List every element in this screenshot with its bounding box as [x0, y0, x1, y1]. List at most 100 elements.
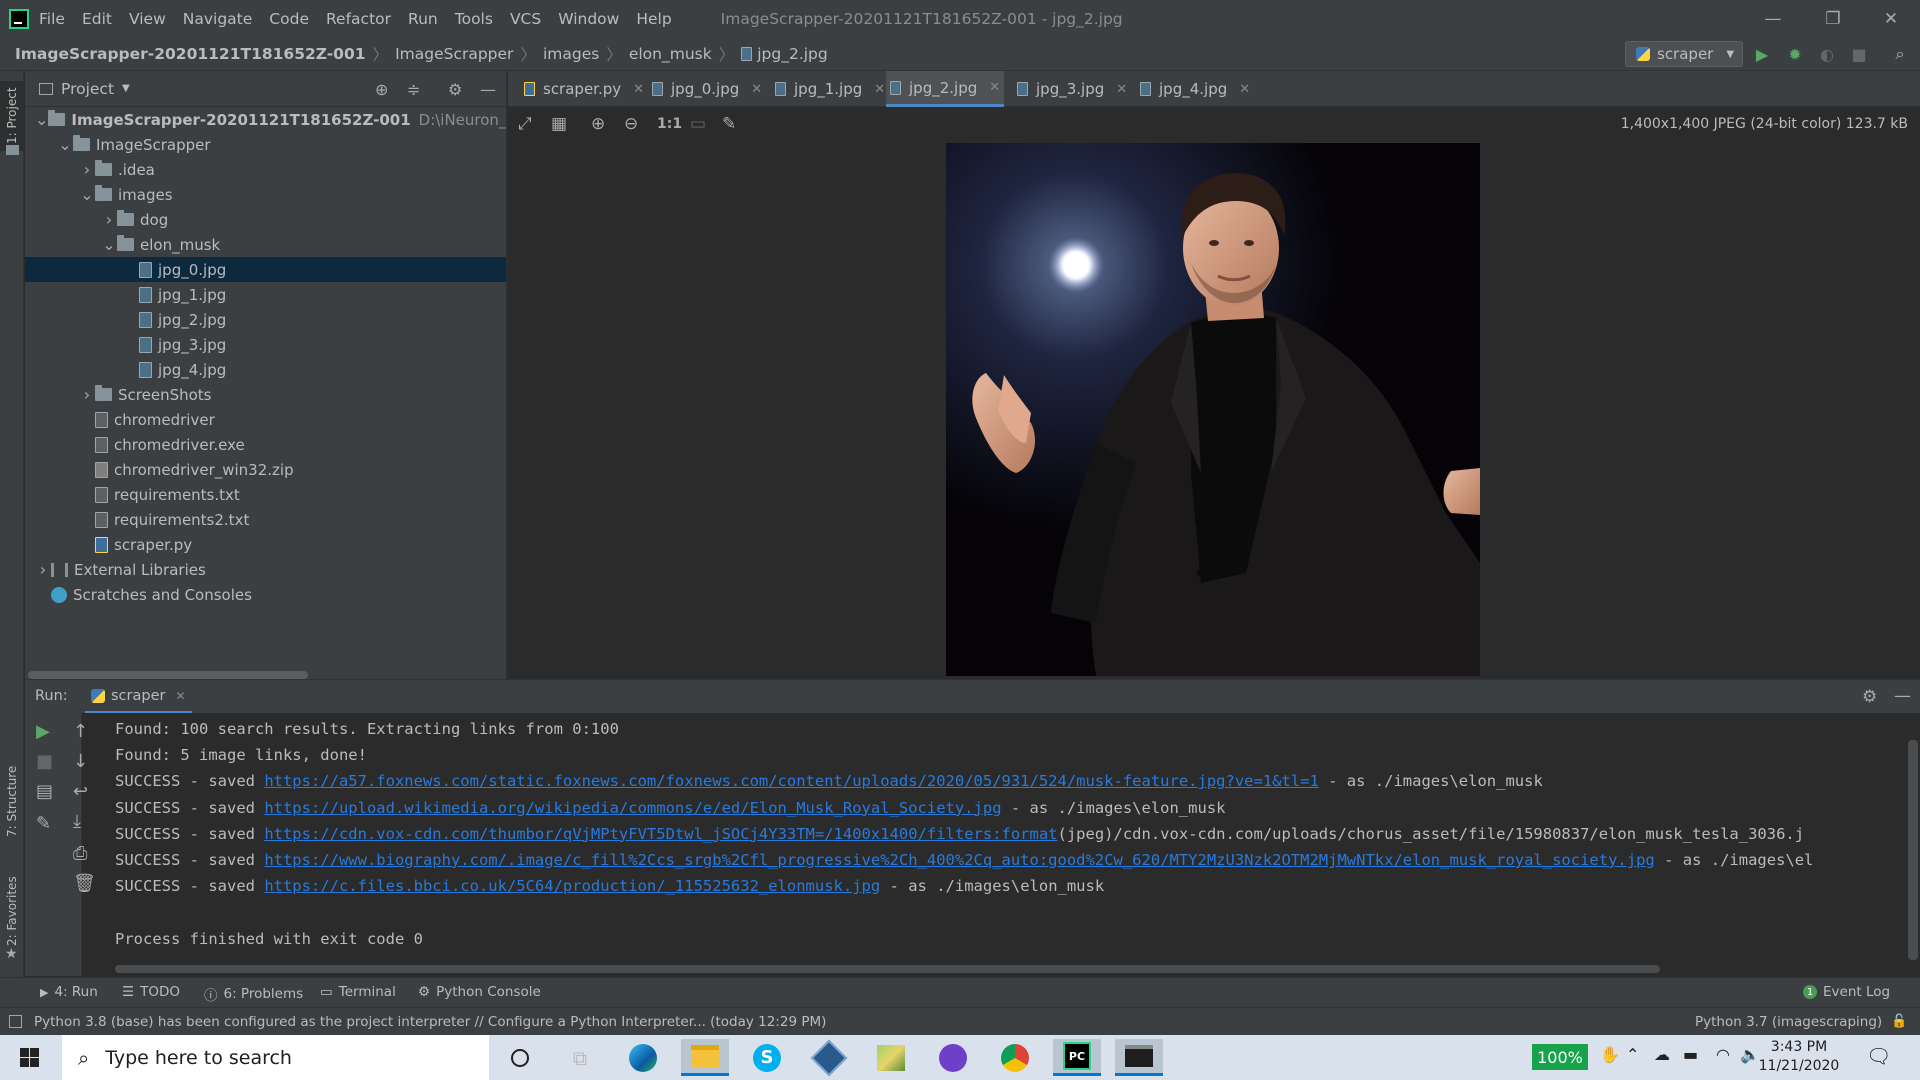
grid-icon[interactable]: ▦ [551, 114, 567, 134]
tab-todo[interactable]: ☰ TODO [122, 984, 180, 1000]
editor-tab[interactable]: jpg_0.jpg ✕ [648, 71, 766, 107]
chevron-right-icon[interactable]: › [35, 560, 51, 579]
project-view-selector[interactable]: Project [61, 80, 114, 98]
run-tab-scraper[interactable]: scraper ✕ [85, 680, 192, 714]
console-link[interactable]: https://cdn.vox-cdn.com/thumbor/qVjMPtyF… [264, 825, 1057, 843]
debug-icon[interactable]: ✹ [1786, 45, 1804, 64]
tree-item[interactable]: jpg_1.jpg [25, 282, 506, 307]
tab-event-log[interactable]: 1 Event Log [1803, 984, 1890, 1000]
console-link[interactable]: https://upload.wikimedia.org/wikipedia/c… [264, 799, 1001, 817]
close-button[interactable]: ✕ [1862, 0, 1920, 37]
rerun-icon[interactable]: ▶ [36, 721, 50, 742]
menu-refactor[interactable]: Refactor [326, 10, 391, 28]
cloud-icon[interactable]: ☁ [1654, 1045, 1670, 1064]
tree-item[interactable]: chromedriver.exe [25, 432, 506, 457]
edge-icon[interactable] [619, 1039, 667, 1076]
cortana-icon[interactable] [496, 1039, 544, 1076]
layout-icon[interactable]: ▤ [36, 781, 53, 802]
chevron-down-icon[interactable]: ⌄ [35, 110, 48, 129]
battery-indicator[interactable]: 100% [1532, 1044, 1588, 1070]
chevron-right-icon[interactable]: › [101, 210, 117, 229]
battery-icon[interactable]: ▬ [1683, 1045, 1698, 1064]
hide-panel-icon[interactable]: — [1894, 686, 1911, 706]
trash-icon[interactable]: 🗑 [73, 873, 96, 894]
close-icon[interactable]: ✕ [751, 82, 762, 97]
favorites-tool-tab[interactable]: 2: Favorites [0, 871, 24, 951]
gear-icon[interactable]: ⚙ [448, 80, 462, 99]
tree-item[interactable]: › dog [25, 207, 506, 232]
lock-icon[interactable]: 🔓 [1891, 1014, 1907, 1029]
structure-tool-tab[interactable]: 7: Structure [0, 756, 24, 846]
breadcrumb-elon-musk[interactable]: elon_musk [629, 45, 712, 63]
close-icon[interactable]: ✕ [633, 82, 644, 97]
tree-item[interactable]: › External Libraries [25, 557, 506, 582]
system-clock[interactable]: 3:43 PM 11/21/2020 [1755, 1038, 1843, 1076]
close-icon[interactable]: ✕ [989, 80, 1000, 95]
notification-icon[interactable]: 🗨 [1866, 1044, 1891, 1068]
stop-icon[interactable]: ■ [1850, 45, 1868, 64]
tree-item[interactable]: ⌄ ImageScrapper-20201121T181652Z-001 D:\iN… [25, 107, 506, 132]
soft-wrap-icon[interactable]: ↩ [73, 781, 88, 802]
minimize-button[interactable]: — [1744, 0, 1802, 37]
console-link[interactable]: https://a57.foxnews.com/static.foxnews.c… [264, 772, 1319, 790]
menu-vcs[interactable]: VCS [510, 10, 541, 28]
tab-terminal[interactable]: ▭ Terminal [320, 984, 396, 1000]
skype-icon[interactable]: S [743, 1039, 791, 1076]
print-icon[interactable]: ⎙ [73, 843, 87, 864]
taskbar-search[interactable]: ⌕ Type here to search [62, 1035, 489, 1080]
restore-button[interactable]: ❐ [1804, 0, 1862, 37]
tree-item[interactable]: chromedriver [25, 407, 506, 432]
tree-item[interactable]: ⌄ images [25, 182, 506, 207]
status-message[interactable]: Python 3.8 (base) has been configured as… [34, 1014, 826, 1030]
pin-icon[interactable]: ✎ [36, 813, 51, 834]
run-config-dropdown[interactable]: scraper ▼ [1625, 41, 1743, 67]
fit-zoom-icon[interactable]: ⤢ [518, 114, 532, 134]
breadcrumb-images[interactable]: images [543, 45, 599, 63]
run-icon[interactable]: ▶ [1753, 45, 1771, 64]
project-tool-tab[interactable]: 1: Project [0, 81, 24, 151]
console-vertical-scrollbar[interactable] [1908, 740, 1918, 960]
fit-window-icon[interactable]: ▭ [690, 114, 706, 134]
hide-panel-icon[interactable]: — [480, 80, 496, 99]
tree-item[interactable]: › ScreenShots [25, 382, 506, 407]
terminal-taskbar-icon[interactable] [1115, 1039, 1163, 1076]
search-icon[interactable]: ⌕ [1891, 44, 1909, 63]
virtualbox-icon[interactable] [805, 1039, 853, 1076]
console-horizontal-scrollbar[interactable] [115, 965, 1660, 973]
editor-tab[interactable]: scraper.py ✕ [520, 71, 648, 107]
tree-item[interactable]: jpg_0.jpg [25, 257, 506, 282]
horizontal-scrollbar[interactable] [28, 671, 308, 679]
locate-file-icon[interactable]: ⊕ [375, 80, 388, 99]
menu-file[interactable]: File [39, 10, 65, 28]
zoom-out-icon[interactable]: ⊖ [624, 114, 638, 134]
coverage-icon[interactable]: ◐ [1818, 45, 1836, 64]
paint-icon[interactable] [867, 1039, 915, 1076]
menu-run[interactable]: Run [408, 10, 438, 28]
stop-icon[interactable]: ■ [36, 751, 53, 772]
close-icon[interactable]: ✕ [1239, 82, 1250, 97]
editor-tab[interactable]: jpg_4.jpg ✕ [1136, 71, 1254, 107]
windows-start-icon[interactable] [20, 1048, 39, 1067]
scroll-to-end-icon[interactable]: ⤓ [73, 811, 81, 832]
pen-icon[interactable]: ✋ [1600, 1045, 1620, 1064]
tree-item[interactable]: jpg_4.jpg [25, 357, 506, 382]
menu-navigate[interactable]: Navigate [183, 10, 253, 28]
tab-problems[interactable]: ⓘ 6: Problems [204, 984, 303, 1004]
github-icon[interactable] [929, 1039, 977, 1076]
tree-item[interactable]: ⌄ ImageScrapper [25, 132, 506, 157]
collapse-all-icon[interactable]: ≑ [407, 80, 420, 99]
tree-item[interactable]: jpg_2.jpg [25, 307, 506, 332]
chevron-up-icon[interactable]: ⌃ [1626, 1045, 1639, 1064]
close-icon[interactable]: ✕ [1116, 82, 1127, 97]
tree-item[interactable]: ⌄ elon_musk [25, 232, 506, 257]
file-explorer-icon[interactable] [681, 1039, 729, 1076]
editor-tab[interactable]: jpg_2.jpg ✕ [886, 71, 1005, 107]
color-picker-icon[interactable]: ✎ [722, 114, 736, 134]
console-link[interactable]: https://www.biography.com/.image/c_fill%… [264, 851, 1654, 869]
editor-tab[interactable]: jpg_3.jpg ✕ [1013, 71, 1131, 107]
tree-item[interactable]: › .idea [25, 157, 506, 182]
close-icon[interactable]: ✕ [874, 82, 885, 97]
actual-size-button[interactable]: 1:1 [657, 116, 682, 132]
menu-tools[interactable]: Tools [455, 10, 493, 28]
tree-item[interactable]: Scratches and Consoles [25, 582, 506, 607]
